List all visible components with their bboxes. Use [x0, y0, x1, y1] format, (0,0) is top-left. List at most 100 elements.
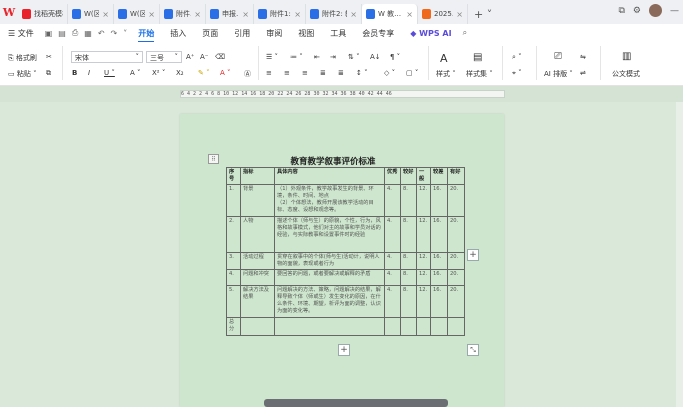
font-name-select[interactable]: 宋体 ˅ — [71, 51, 143, 63]
preview-icon[interactable]: ▦ — [81, 29, 95, 38]
table-cell[interactable]: 描述个体（师与生）的原貌，个性，行为，风格和故事模式，他们对主的故事和学员对话的… — [274, 216, 385, 254]
header-cell[interactable]: 较差 — [430, 166, 448, 186]
evaluation-table[interactable]: 序号 指标 具体内容 优秀 较好 一般 较差 有好 1. 背景 （1）外观条件，… — [226, 166, 465, 337]
horizontal-ruler[interactable]: 6 4 2 2 4 6 8 10 12 14 16 18 20 22 24 26… — [180, 90, 505, 98]
ai-layout-icon[interactable]: ⎚ — [554, 51, 562, 62]
find-icon[interactable]: ⌕ ˅ — [512, 53, 522, 62]
underline-button[interactable]: U ˅ — [104, 69, 115, 77]
decrease-indent-icon[interactable]: ⇤ — [314, 53, 320, 61]
table-cell[interactable]: 12. — [416, 184, 431, 218]
doc-format-icon[interactable]: ▥ — [622, 51, 631, 62]
table-cell[interactable] — [274, 317, 385, 337]
table-cell[interactable]: 8. — [400, 216, 417, 254]
tab-doc-8[interactable]: 2025… × — [418, 4, 468, 24]
table-cell[interactable]: 问题解决的方法、策略，问题解决的结果，解释导致个体（师或生）发生变化的原因，在什… — [274, 285, 385, 319]
char-border-icon[interactable]: Ⓐ — [244, 69, 251, 79]
menu-item-member[interactable]: 会员专享 — [354, 28, 402, 39]
open-icon[interactable]: ▤ — [55, 29, 69, 38]
minimize-icon[interactable]: — — [670, 6, 679, 16]
new-tab-button[interactable]: + ˅ — [474, 4, 492, 24]
vertical-scrollbar[interactable] — [676, 102, 683, 407]
styles-button[interactable]: 样式 ˅ — [436, 69, 456, 79]
header-cell[interactable]: 较好 — [400, 166, 417, 186]
header-cell[interactable]: 有好 — [447, 166, 465, 186]
menu-item-review[interactable]: 审阅 — [258, 28, 290, 39]
table-cell[interactable]: 8. — [400, 184, 417, 218]
close-icon[interactable]: × — [242, 10, 249, 19]
table-cell[interactable] — [416, 317, 431, 337]
doc-format-button[interactable]: 公文模式 — [612, 69, 640, 79]
shrink-font-icon[interactable]: A⁻ — [200, 53, 208, 61]
styles-icon[interactable]: A — [440, 52, 448, 65]
tab-doc-2[interactable]: W(区… × — [114, 4, 160, 24]
table-cell[interactable]: 4. — [384, 184, 401, 218]
wps-ai-button[interactable]: ◆ WPS AI — [402, 29, 459, 38]
table-cell[interactable]: 16. — [430, 252, 448, 271]
file-menu[interactable]: ☰ 文件 — [0, 28, 42, 39]
menu-item-reference[interactable]: 引用 — [226, 28, 258, 39]
table-cell[interactable]: 16. — [430, 285, 448, 319]
table-move-handle[interactable]: ⠿ — [208, 154, 219, 164]
settings-icon[interactable]: ⚙ — [633, 6, 641, 16]
close-icon[interactable]: × — [406, 10, 413, 19]
header-cell[interactable]: 指标 — [240, 166, 275, 186]
tab-template[interactable]: 找稻壳模板 — [18, 4, 68, 24]
close-icon[interactable]: × — [194, 10, 201, 19]
menu-item-page[interactable]: 页面 — [194, 28, 226, 39]
tab-doc-6[interactable]: 附件2: 教… × — [306, 4, 362, 24]
table-cell[interactable] — [430, 317, 448, 337]
table-cell[interactable]: 活动过程 — [240, 252, 275, 271]
justify-icon[interactable]: ≣ — [320, 69, 326, 77]
table-resize-handle[interactable]: ⤡ — [467, 344, 479, 356]
tab-doc-1[interactable]: W(区… × — [68, 4, 114, 24]
layout-option-icon[interactable]: ⇋ — [580, 53, 586, 61]
distribute-icon[interactable]: ≣ — [338, 69, 344, 77]
format-painter-button[interactable]: ⎘ 格式刷 — [8, 53, 37, 63]
grow-font-icon[interactable]: A⁺ — [186, 53, 194, 61]
table-cell[interactable]: 人物 — [240, 216, 275, 254]
table-cell[interactable] — [400, 317, 417, 337]
close-icon[interactable]: × — [148, 10, 155, 19]
table-cell[interactable]: 4. — [384, 216, 401, 254]
table-cell[interactable]: 16. — [430, 269, 448, 287]
close-icon[interactable]: × — [294, 10, 301, 19]
show-marks-icon[interactable]: ¶ ˅ — [390, 53, 400, 61]
table-cell[interactable]: 16. — [430, 216, 448, 254]
ai-layout-button[interactable]: AI 排版 ˅ — [544, 69, 573, 79]
table-cell[interactable]: 20. — [447, 184, 465, 218]
align-left-icon[interactable]: ≡ — [266, 69, 272, 77]
select-icon[interactable]: ⌖ ˅ — [512, 69, 522, 78]
table-cell[interactable]: 5. — [226, 285, 241, 319]
shading-icon[interactable]: ◇ ˅ — [384, 69, 395, 77]
table-cell[interactable]: 解决方法及结果 — [240, 285, 275, 319]
table-cell[interactable]: 20. — [447, 252, 465, 271]
tab-doc-5[interactable]: 附件1: 需… × — [254, 4, 306, 24]
print-icon[interactable]: ⎙ — [69, 28, 81, 38]
table-cell[interactable]: 4. — [226, 269, 241, 287]
menu-item-start[interactable]: 开始 — [130, 28, 162, 43]
increase-indent-icon[interactable]: ⇥ — [330, 53, 336, 61]
table-cell[interactable]: 8. — [400, 285, 417, 319]
copy-icon[interactable]: ⧉ — [46, 69, 51, 78]
table-cell[interactable] — [384, 317, 401, 337]
borders-icon[interactable]: ▢ ˅ — [406, 69, 418, 77]
table-cell[interactable]: 1. — [226, 184, 241, 218]
paste-button[interactable]: ▭ 粘贴 ˅ — [8, 69, 37, 79]
layout-option-icon[interactable]: ⇌ — [580, 69, 586, 77]
header-cell[interactable]: 具体内容 — [274, 166, 385, 186]
close-icon[interactable]: × — [102, 10, 109, 19]
align-center-icon[interactable]: ≡ — [284, 69, 290, 77]
table-cell[interactable] — [447, 317, 465, 337]
styles-set-icon[interactable]: ▤ — [473, 52, 482, 63]
add-column-button[interactable]: + — [467, 249, 479, 261]
strikethrough-button[interactable]: A ˅ — [130, 69, 141, 77]
table-cell[interactable]: 总分 — [226, 317, 241, 337]
header-cell[interactable]: 一般 — [416, 166, 431, 186]
wps-logo-icon[interactable]: W — [0, 0, 18, 24]
highlight-button[interactable]: ✎ ˅ — [198, 69, 210, 77]
table-cell[interactable]: 12. — [416, 252, 431, 271]
table-cell[interactable]: （1）外观条件，教学故事发生的背景、环境，条件、时间、地点 （2）个体想法，教师… — [274, 184, 385, 218]
table-cell[interactable]: 8. — [400, 269, 417, 287]
clear-format-icon[interactable]: ⌫ — [215, 53, 225, 61]
table-cell[interactable] — [240, 317, 275, 337]
